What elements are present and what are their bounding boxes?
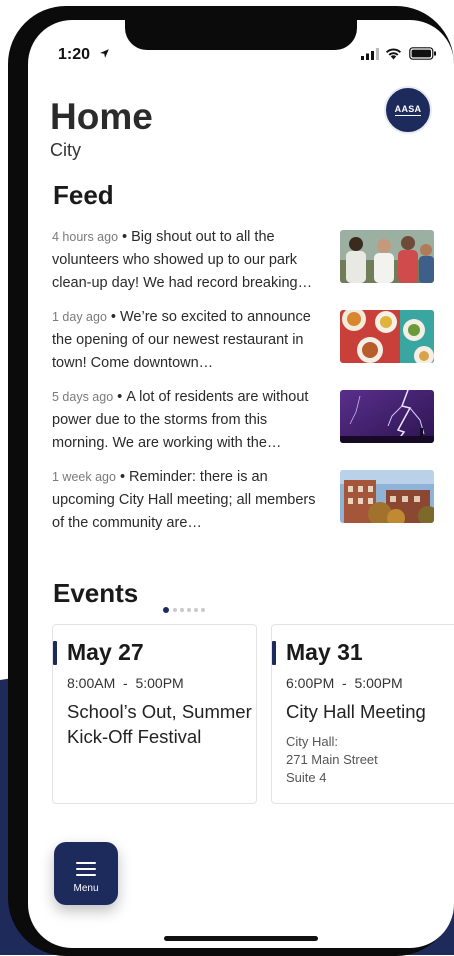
event-accent-bar: [272, 641, 276, 665]
feed-item-bullet: •: [119, 469, 126, 485]
event-card[interactable]: May 27 8:00AM - 5:00PM School’s Out, Sum…: [52, 624, 257, 804]
feed-item-time: 1 day ago: [52, 310, 107, 324]
phone-notch: [125, 20, 357, 50]
event-time: 8:00AM - 5:00PM: [67, 675, 184, 691]
feed-item-bullet: •: [122, 229, 128, 245]
avatar-logo-text: AASA: [394, 104, 422, 116]
lightning-storm-photo[interactable]: [340, 390, 434, 443]
phone-volume-up-button: [11, 192, 21, 256]
event-date: May 31: [286, 639, 363, 665]
event-location-line: City Hall:: [286, 734, 339, 749]
location-arrow-icon: [100, 49, 110, 58]
organization-avatar[interactable]: AASA: [384, 86, 432, 134]
event-card[interactable]: May 31 6:00PM - 5:00PM City Hall Meeting…: [271, 624, 454, 804]
battery-icon: [409, 47, 436, 60]
feed-item[interactable]: 1 day ago • We’re so excited to announce t…: [52, 306, 434, 372]
page-subtitle: City: [50, 140, 81, 160]
event-location: City Hall: 271 Main Street Suite 4: [286, 733, 378, 787]
feed-item[interactable]: 5 days ago • A lot of residents are withou…: [52, 386, 434, 452]
app-screen: 1:20 Home City AASA Feed 4 hours ago • B…: [28, 20, 454, 948]
pagination-dot[interactable]: [201, 608, 205, 612]
feed-item-time: 5 days ago: [52, 390, 114, 404]
event-date: May 27: [67, 639, 144, 665]
feed-item-text: 4 hours ago • Big shout out to all the vol…: [52, 226, 324, 295]
feed-item-text: 1 week ago • Reminder: there is an upcomin…: [52, 466, 324, 535]
pagination-dot[interactable]: [194, 608, 198, 612]
cellular-signal-icon: [361, 48, 379, 60]
status-time-text: 1:20: [58, 46, 91, 63]
events-title: Events: [53, 578, 139, 608]
feed-title: Feed: [53, 180, 114, 210]
event-accent-bar: [53, 641, 57, 665]
page-title: Home: [50, 96, 153, 137]
feed-item-bullet: •: [117, 389, 123, 405]
status-indicators: [361, 46, 441, 62]
city-hall-photo[interactable]: [340, 470, 434, 523]
event-time: 6:00PM - 5:00PM: [286, 675, 403, 691]
phone-mute-button: [11, 126, 21, 160]
hamburger-menu-icon: [76, 862, 96, 876]
phone-volume-down-button: [11, 272, 21, 336]
pagination-dot[interactable]: [173, 608, 177, 612]
feed-item-time: 1 week ago: [52, 470, 116, 484]
feed-item[interactable]: 4 hours ago • Big shout out to all the vol…: [52, 226, 434, 292]
feed-item[interactable]: 1 week ago • Reminder: there is an upcomin…: [52, 466, 434, 532]
feed-item-bullet: •: [110, 309, 116, 325]
menu-button[interactable]: Menu: [54, 842, 118, 905]
volunteers-photo[interactable]: [340, 230, 434, 283]
status-time: 1:20: [58, 46, 110, 64]
home-indicator[interactable]: [164, 936, 318, 941]
event-name: School’s Out, Summer Kick-Off Festival: [67, 701, 252, 747]
feed-item-text: 1 day ago • We’re so excited to announce t…: [52, 306, 324, 375]
feed-item-time: 4 hours ago: [52, 230, 119, 244]
feed-item-text: 5 days ago • A lot of residents are withou…: [52, 386, 324, 455]
pagination-dot-active[interactable]: [163, 607, 169, 613]
event-name: City Hall Meeting: [286, 701, 426, 722]
wifi-icon: [386, 48, 401, 60]
menu-label: Menu: [73, 883, 99, 894]
pagination-dot[interactable]: [187, 608, 191, 612]
restaurant-food-photo[interactable]: [340, 310, 434, 363]
event-location-line: 271 Main Street: [286, 752, 378, 767]
event-location-line: Suite 4: [286, 770, 327, 785]
phone-frame: 1:20 Home City AASA Feed 4 hours ago • B…: [8, 6, 454, 956]
pagination-dot[interactable]: [180, 608, 184, 612]
